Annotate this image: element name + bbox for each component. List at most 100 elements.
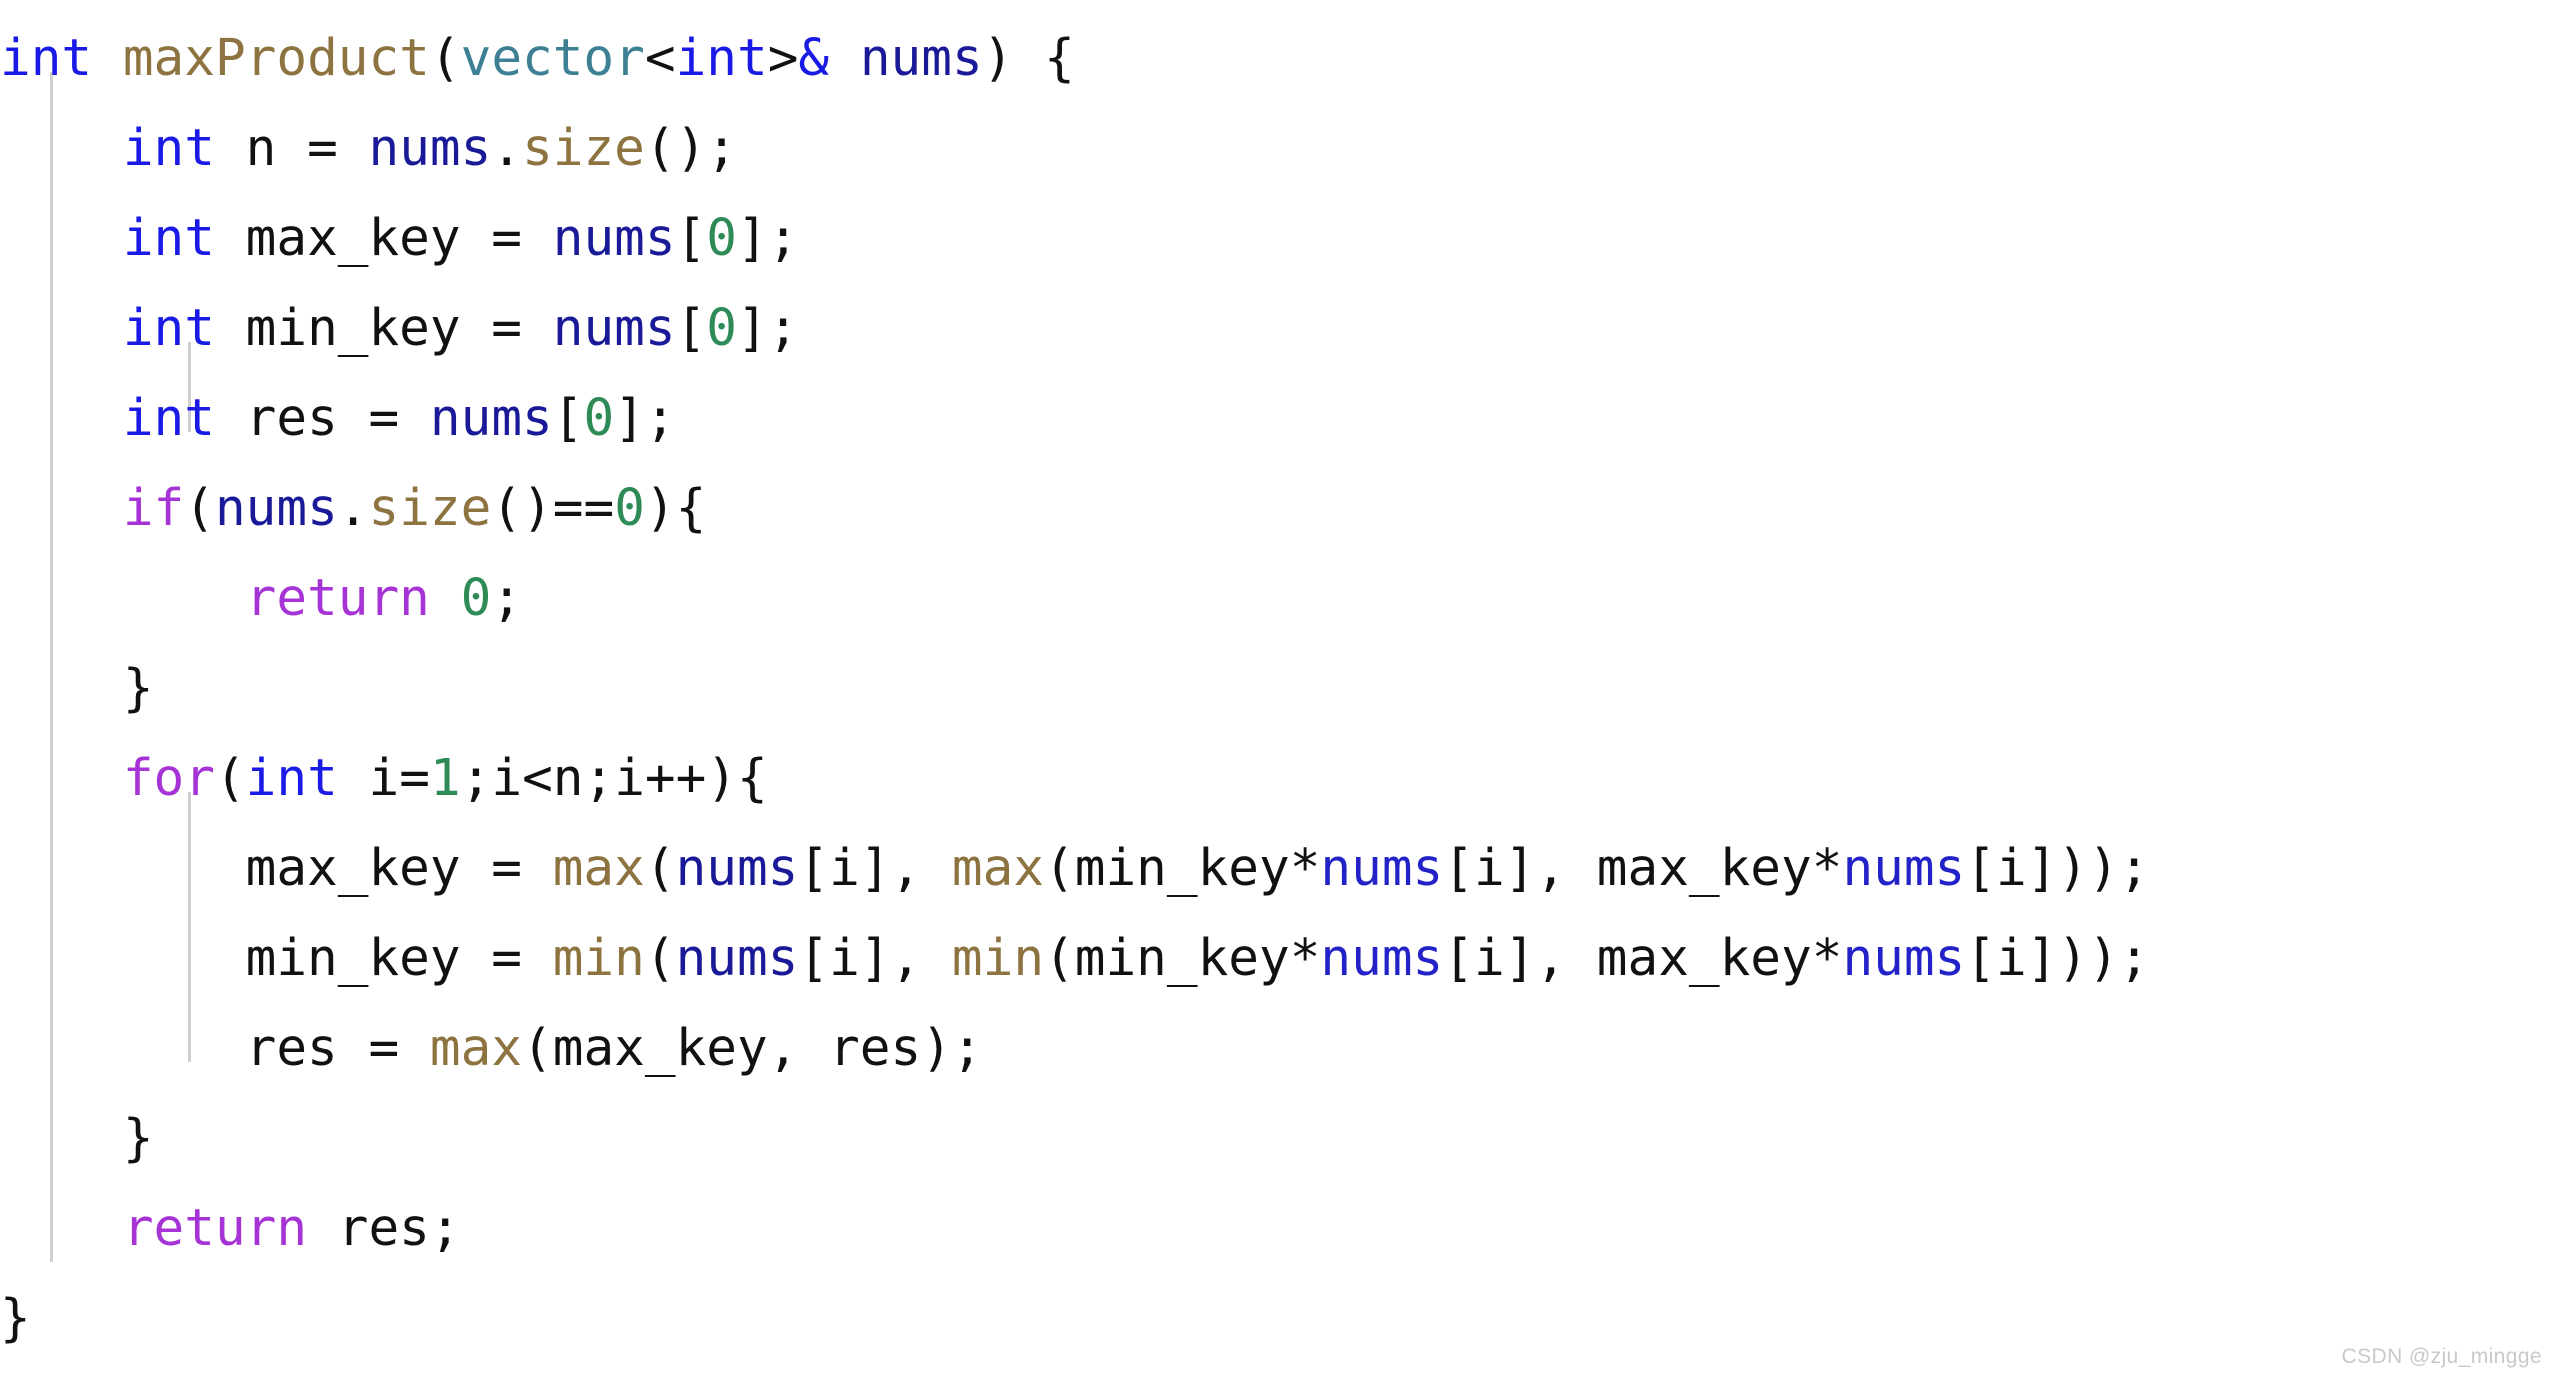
code-token: } [122, 659, 154, 718]
code-token: ]; [614, 389, 676, 448]
code-token: max_key [1596, 929, 1812, 988]
code-line-9[interactable]: for(int i=1;i<n;i++){ [0, 734, 2150, 824]
code-token: 0 [706, 209, 737, 268]
code-token: max_key [214, 209, 492, 268]
code-block[interactable]: int maxProduct(vector<int>& nums) { int … [0, 0, 2150, 1364]
code-token: = [491, 209, 523, 268]
code-line-10[interactable]: max_key = max(nums[i], max(min_key*nums[… [0, 824, 2150, 914]
code-token: size [522, 119, 645, 178]
code-token: if [122, 479, 185, 538]
code-token: nums [1842, 929, 1966, 988]
code-token: min_key [214, 299, 492, 358]
code-line-6[interactable]: if(nums.size()==0){ [0, 464, 2150, 554]
code-token: vector [460, 29, 645, 88]
code-token: maxProduct [122, 29, 430, 88]
code-token: min [552, 929, 645, 988]
code-token: } [122, 1109, 154, 1168]
code-token: nums [429, 389, 553, 448]
code-token: = [491, 839, 522, 898]
code-line-4[interactable]: int min_key = nums[0]; [0, 284, 2150, 374]
code-token: res [214, 389, 369, 448]
code-line-8[interactable]: } [0, 644, 2150, 734]
code-token: nums [1842, 839, 1966, 898]
code-line-3[interactable]: int max_key = nums[0]; [0, 194, 2150, 284]
code-token: ( [644, 929, 676, 988]
code-token: nums [675, 839, 799, 898]
code-token: 0 [460, 569, 492, 628]
code-token: n;i++ [552, 749, 707, 808]
watermark-label: CSDN @zju_mingge [2341, 1345, 2542, 1368]
code-line-2[interactable]: int n = nums.size(); [0, 104, 2150, 194]
code-token: * [1289, 929, 1321, 988]
code-token: * [1811, 929, 1843, 988]
code-token: ( [429, 29, 461, 88]
code-token: ( [184, 479, 215, 538]
code-line-12[interactable]: res = max(max_key, res); [0, 1004, 2150, 1094]
code-token: () [491, 479, 553, 538]
code-token: } [0, 1289, 31, 1348]
code-token: * [1811, 839, 1843, 898]
code-token: int [675, 29, 768, 88]
code-token: [ [552, 389, 584, 448]
code-token: ( [522, 1019, 553, 1078]
code-viewer[interactable]: int maxProduct(vector<int>& nums) { int … [0, 0, 2560, 1379]
code-token: res [245, 1019, 369, 1078]
code-token: max [429, 1019, 523, 1078]
code-token: < [522, 749, 553, 808]
code-line-1[interactable]: int maxProduct(vector<int>& nums) { [0, 14, 2150, 104]
code-token: ( [1044, 839, 1075, 898]
code-token: = [307, 119, 338, 178]
code-token: 1 [429, 749, 461, 808]
code-token: ( [644, 839, 676, 898]
code-line-7[interactable]: return 0; [0, 554, 2150, 644]
code-line-11[interactable]: min_key = min(nums[i], min(min_key*nums[… [0, 914, 2150, 1004]
code-token: max_key [1596, 839, 1812, 898]
code-token: int [122, 299, 215, 358]
code-token: [i], [798, 839, 952, 898]
code-token: max [951, 839, 1045, 898]
code-token: min_key [1074, 929, 1290, 988]
code-token: = [491, 299, 523, 358]
code-token: 0 [614, 479, 645, 538]
code-token: > [767, 29, 799, 88]
code-line-15[interactable]: } [0, 1274, 2150, 1364]
code-token: ){ [644, 479, 707, 538]
code-token: for [122, 749, 215, 808]
code-token: int [122, 119, 215, 178]
code-line-14[interactable]: return res; [0, 1184, 2150, 1274]
code-token: = [368, 1019, 400, 1078]
code-token: ( [1044, 929, 1075, 988]
code-token: nums [214, 479, 338, 538]
code-token: min_key [245, 929, 492, 988]
code-token: [ [675, 209, 707, 268]
code-token: (); [644, 119, 738, 178]
code-token: return [245, 569, 430, 628]
code-token: int [0, 29, 93, 88]
code-line-5[interactable]: int res = nums[0]; [0, 374, 2150, 464]
code-token: 0 [583, 389, 615, 448]
code-token: = [491, 929, 522, 988]
code-token: . [491, 119, 523, 178]
code-token: . [337, 479, 369, 538]
code-token: ){ [706, 749, 768, 808]
code-token: < [644, 29, 676, 88]
code-line-13[interactable]: } [0, 1094, 2150, 1184]
code-token: [i], [1443, 839, 1597, 898]
code-token: int [122, 389, 215, 448]
code-token: ]; [737, 299, 799, 358]
